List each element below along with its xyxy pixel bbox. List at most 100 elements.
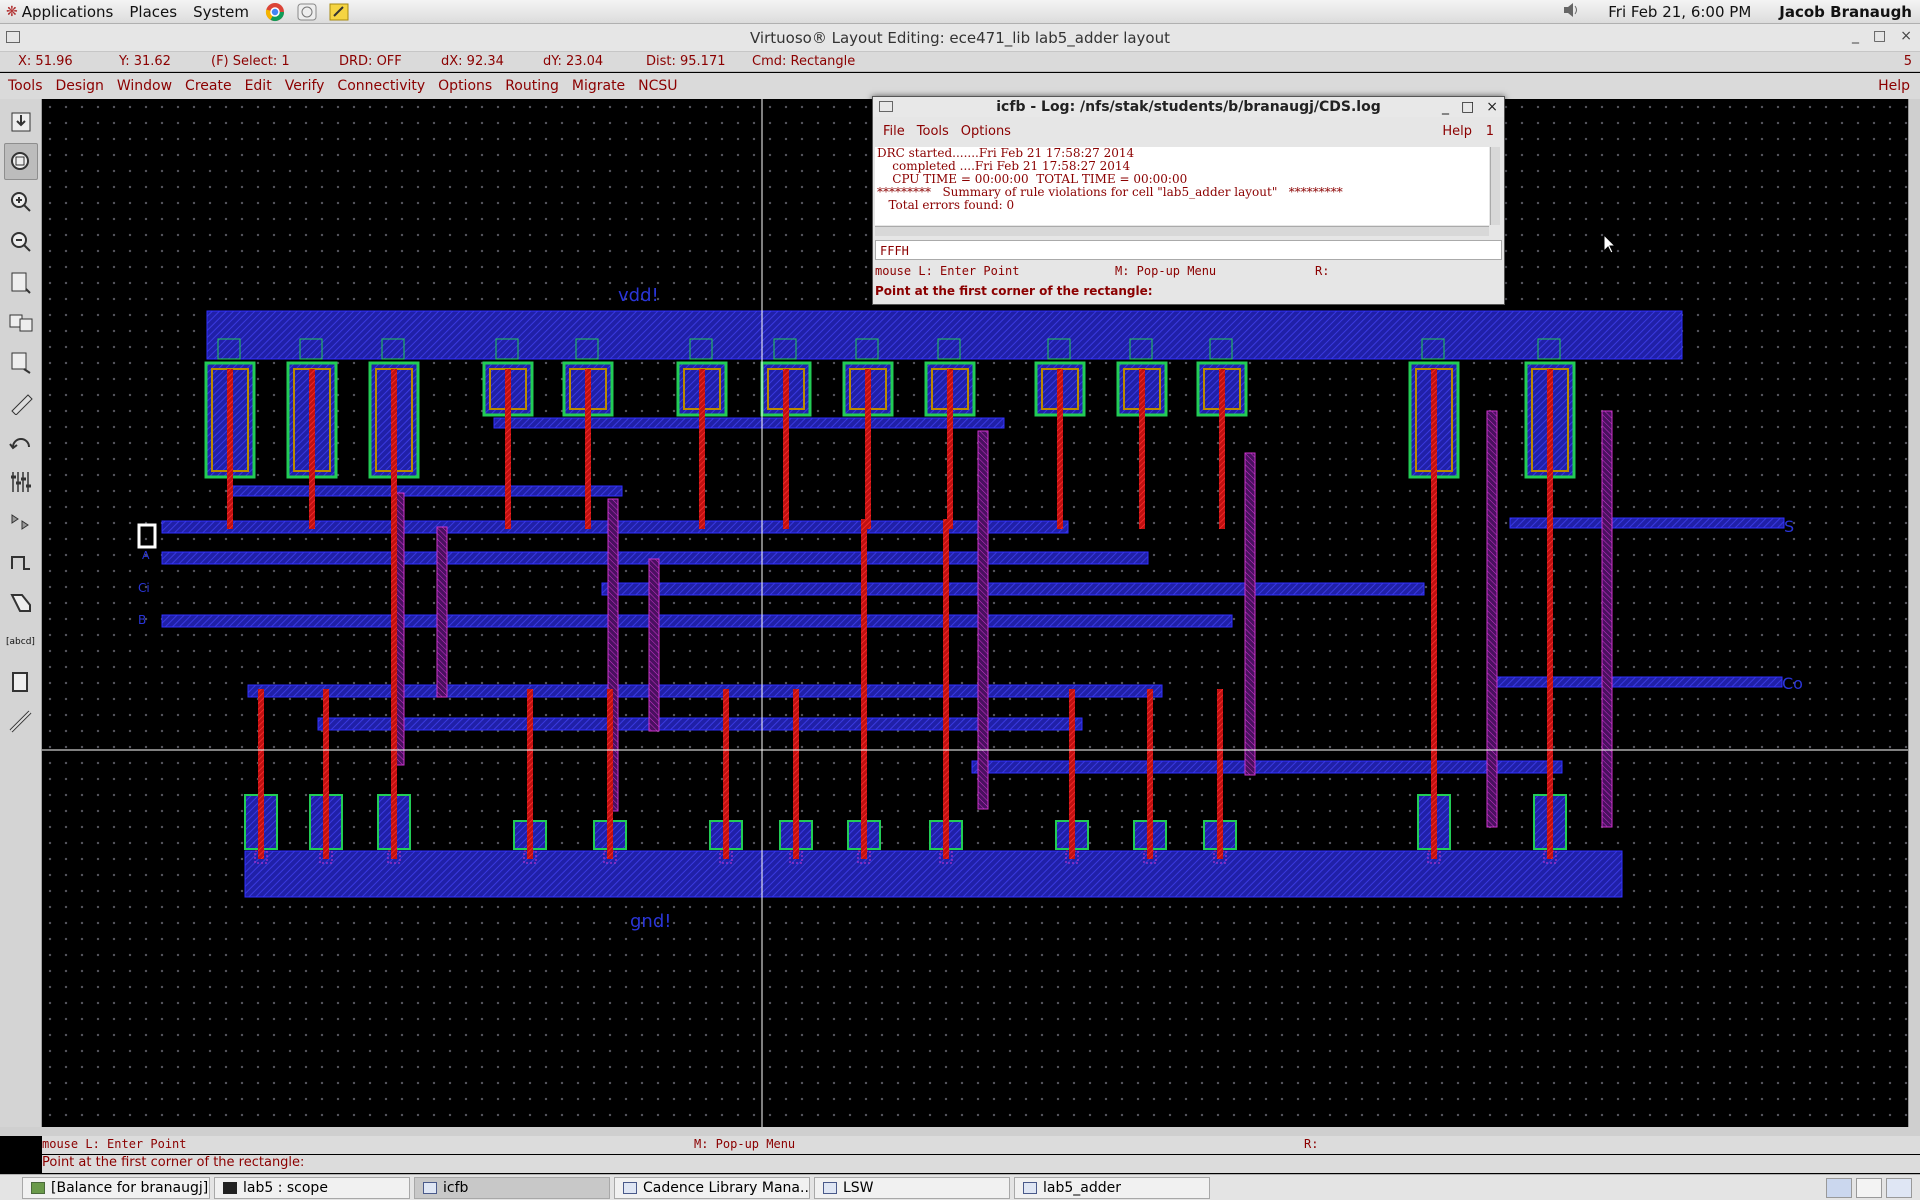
menu-migrate[interactable]: Migrate <box>572 78 625 94</box>
label-icon[interactable]: [abcd] <box>4 623 38 660</box>
poly-gate[interactable] <box>1069 689 1075 859</box>
window-menu-icon[interactable] <box>6 31 20 43</box>
metal1-track[interactable] <box>161 614 1233 628</box>
poly-gate[interactable] <box>943 689 949 859</box>
poly-gate[interactable] <box>1217 689 1223 859</box>
metal2-strap[interactable] <box>648 558 660 732</box>
poly-gate[interactable] <box>1431 519 1437 799</box>
poly-gate[interactable] <box>505 369 511 529</box>
stretch-icon[interactable] <box>4 263 38 300</box>
zoom-in-icon[interactable] <box>4 183 38 220</box>
task-icfb[interactable]: icfb <box>414 1176 610 1199</box>
log-vertical-scrollbar[interactable] <box>1490 147 1500 225</box>
fit-icon[interactable] <box>3 143 38 180</box>
poly-gate[interactable] <box>1139 369 1145 529</box>
poly-gate[interactable] <box>391 369 397 529</box>
selected-pin-a[interactable] <box>137 523 157 549</box>
poly-gate[interactable] <box>793 689 799 859</box>
log-minimize-icon[interactable]: _ <box>1442 97 1449 117</box>
log-menu-tools[interactable]: Tools <box>917 124 949 139</box>
notes-icon[interactable] <box>327 2 351 22</box>
network-icon[interactable] <box>295 2 319 22</box>
poly-gate[interactable] <box>947 369 953 529</box>
close-icon[interactable]: × <box>1900 28 1912 44</box>
task-lsw[interactable]: LSW <box>814 1176 1010 1199</box>
log-window-menu-icon[interactable] <box>879 101 893 112</box>
poly-gate[interactable] <box>607 689 613 859</box>
poly-gate[interactable] <box>258 689 264 859</box>
metal1-track[interactable] <box>317 717 1083 731</box>
metal1-track[interactable] <box>601 582 1425 596</box>
workspace-switcher-icon[interactable] <box>1826 1177 1852 1198</box>
places-menu[interactable]: Places <box>123 0 187 24</box>
poly-gate[interactable] <box>865 369 871 529</box>
menu-options[interactable]: Options <box>438 78 492 94</box>
task-scope[interactable]: lab5 : scope <box>214 1176 410 1199</box>
system-menu[interactable]: System <box>187 0 259 24</box>
user-name[interactable]: Jacob Branaugh <box>1779 3 1912 21</box>
move-icon[interactable] <box>4 343 38 380</box>
poly-gate[interactable] <box>527 689 533 859</box>
delete-icon[interactable] <box>4 383 38 420</box>
properties-icon[interactable] <box>4 463 38 500</box>
undo-icon[interactable] <box>4 423 38 460</box>
metal2-strap[interactable] <box>436 526 448 698</box>
right-scrollbar[interactable] <box>1908 99 1920 1127</box>
show-desktop-icon[interactable] <box>1886 1177 1912 1198</box>
poly-gate[interactable] <box>1547 369 1553 529</box>
horizontal-scrollbar[interactable] <box>0 1127 1920 1136</box>
maximize-icon[interactable]: □ <box>1873 28 1886 44</box>
poly-gate[interactable] <box>323 689 329 859</box>
poly-gate[interactable] <box>699 369 705 529</box>
rectangle-icon[interactable] <box>4 663 38 700</box>
chrome-icon[interactable] <box>263 2 287 22</box>
menu-routing[interactable]: Routing <box>505 78 559 94</box>
log-menu-help[interactable]: Help <box>1442 124 1472 139</box>
poly-gate[interactable] <box>391 519 397 699</box>
zoom-out-icon[interactable] <box>4 223 38 260</box>
metal1-track[interactable] <box>493 417 1005 429</box>
menu-window[interactable]: Window <box>117 78 172 94</box>
menu-connectivity[interactable]: Connectivity <box>337 78 425 94</box>
log-menu-options[interactable]: Options <box>961 124 1011 139</box>
poly-gate[interactable] <box>309 369 315 529</box>
poly-gate[interactable] <box>861 519 867 699</box>
log-maximize-icon[interactable]: □ <box>1461 97 1474 117</box>
chrome-tray-icon[interactable] <box>1856 1177 1882 1198</box>
log-menu-file[interactable]: File <box>883 124 905 139</box>
poly-gate[interactable] <box>1147 689 1153 859</box>
minimize-icon[interactable]: _ <box>1852 28 1859 44</box>
metal1-track[interactable] <box>971 760 1563 774</box>
poly-gate[interactable] <box>1057 369 1063 529</box>
poly-gate[interactable] <box>1431 369 1437 529</box>
copy-icon[interactable] <box>4 303 38 340</box>
volume-icon[interactable] <box>1562 2 1580 22</box>
menu-help[interactable]: Help <box>1878 78 1910 94</box>
poly-gate[interactable] <box>783 369 789 529</box>
metal2-strap[interactable] <box>977 430 989 810</box>
poly-gate[interactable] <box>1547 519 1553 799</box>
log-output[interactable]: DRC started.......Fri Feb 21 17:58:27 20… <box>875 147 1489 225</box>
metal1-track[interactable] <box>229 485 623 497</box>
poly-gate[interactable] <box>943 519 949 699</box>
log-horizontal-scrollbar[interactable] <box>875 226 1489 236</box>
metal2-strap[interactable] <box>1601 410 1613 828</box>
metal2-strap[interactable] <box>1486 410 1498 828</box>
log-command-input[interactable]: FFFH <box>875 240 1502 260</box>
metal1-track[interactable] <box>1487 676 1783 688</box>
ruler-icon[interactable] <box>4 703 38 740</box>
menu-design[interactable]: Design <box>56 78 104 94</box>
menu-create[interactable]: Create <box>185 78 232 94</box>
poly-gate[interactable] <box>227 369 233 529</box>
poly-gate[interactable] <box>391 689 397 859</box>
polygon-icon[interactable] <box>4 583 38 620</box>
applications-menu[interactable]: ❋ Applications <box>0 0 123 24</box>
log-close-icon[interactable]: × <box>1486 97 1498 117</box>
clock[interactable]: Fri Feb 21, 6:00 PM <box>1608 3 1751 21</box>
metal2-strap[interactable] <box>1244 452 1256 776</box>
menu-ncsu[interactable]: NCSU <box>638 78 677 94</box>
path-icon[interactable] <box>4 543 38 580</box>
menu-edit[interactable]: Edit <box>245 78 272 94</box>
poly-gate[interactable] <box>723 689 729 859</box>
metal1-track[interactable] <box>247 684 1163 698</box>
